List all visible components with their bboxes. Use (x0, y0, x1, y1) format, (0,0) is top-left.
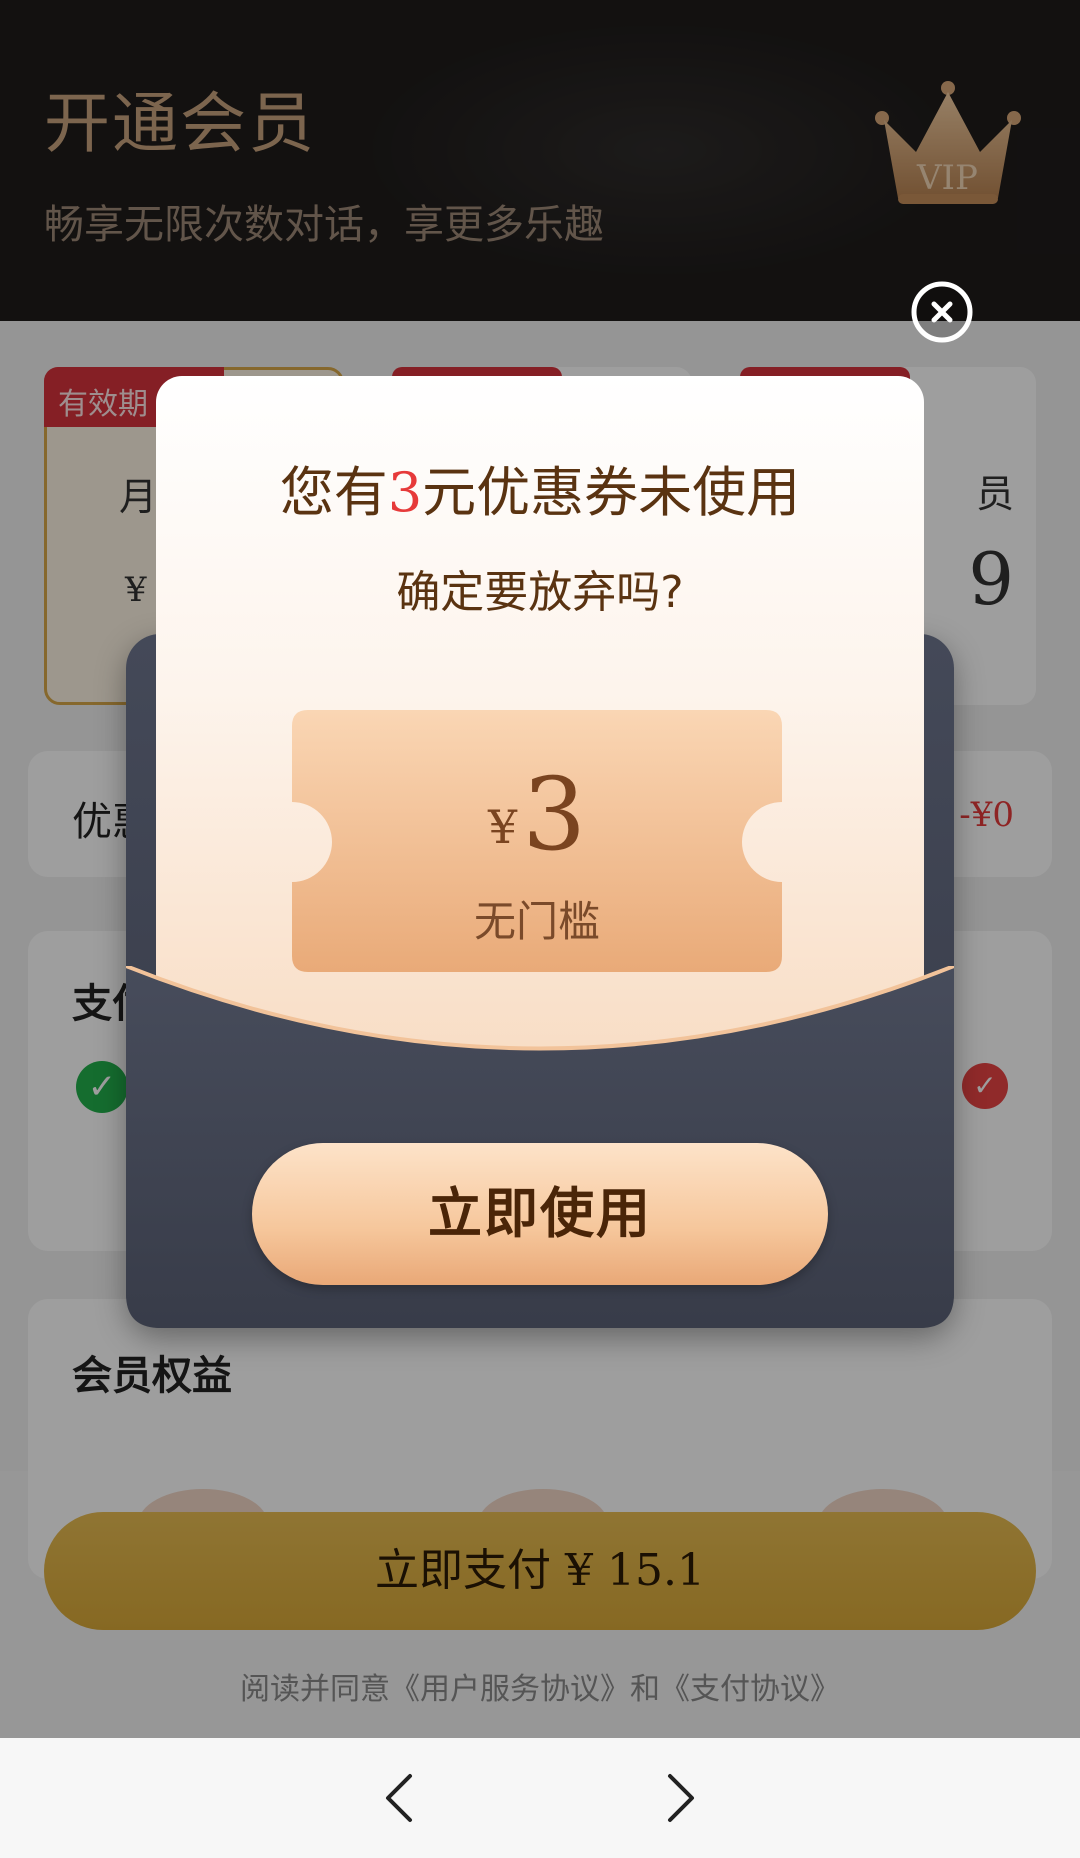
coupon-amount: ¥ 3 (292, 756, 782, 873)
use-now-button[interactable]: 立即使用 (252, 1143, 828, 1285)
coupon-modal: 您有3元优惠券未使用 确定要放弃吗? ¥ 3 无门槛 立即使用 (125, 376, 955, 1328)
browser-bottom-bar (0, 1738, 1080, 1858)
coupon-condition: 无门槛 (473, 897, 600, 946)
modal-title: 您有3元优惠券未使用 (156, 448, 924, 527)
coupon-currency: ¥ (488, 800, 518, 854)
modal-subtitle: 确定要放弃吗? (396, 567, 684, 618)
coupon-value: 3 (522, 756, 586, 873)
modal-title-before: 您有 (279, 461, 388, 524)
forward-arrow-icon[interactable] (646, 1766, 710, 1830)
modal-title-after: 元优惠券未使用 (422, 461, 801, 524)
modal-title-highlight: 3 (387, 461, 423, 524)
back-arrow-icon[interactable] (370, 1766, 434, 1830)
close-icon[interactable] (910, 280, 974, 344)
coupon-ticket: ¥ 3 无门槛 (292, 710, 782, 972)
